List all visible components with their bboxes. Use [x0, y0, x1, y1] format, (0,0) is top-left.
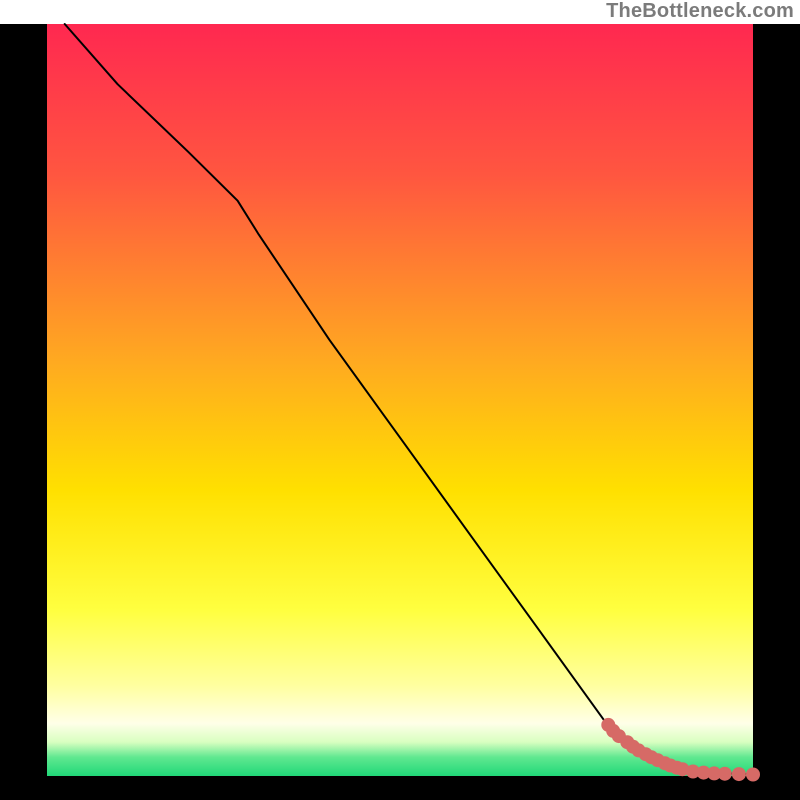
scatter-point: [732, 767, 746, 781]
chart-svg: [0, 0, 800, 800]
watermark-text: TheBottleneck.com: [606, 0, 794, 23]
scatter-point: [718, 767, 732, 781]
plot-background: [47, 24, 753, 776]
chart-frame: TheBottleneck.com: [0, 0, 800, 800]
scatter-point: [746, 768, 760, 782]
